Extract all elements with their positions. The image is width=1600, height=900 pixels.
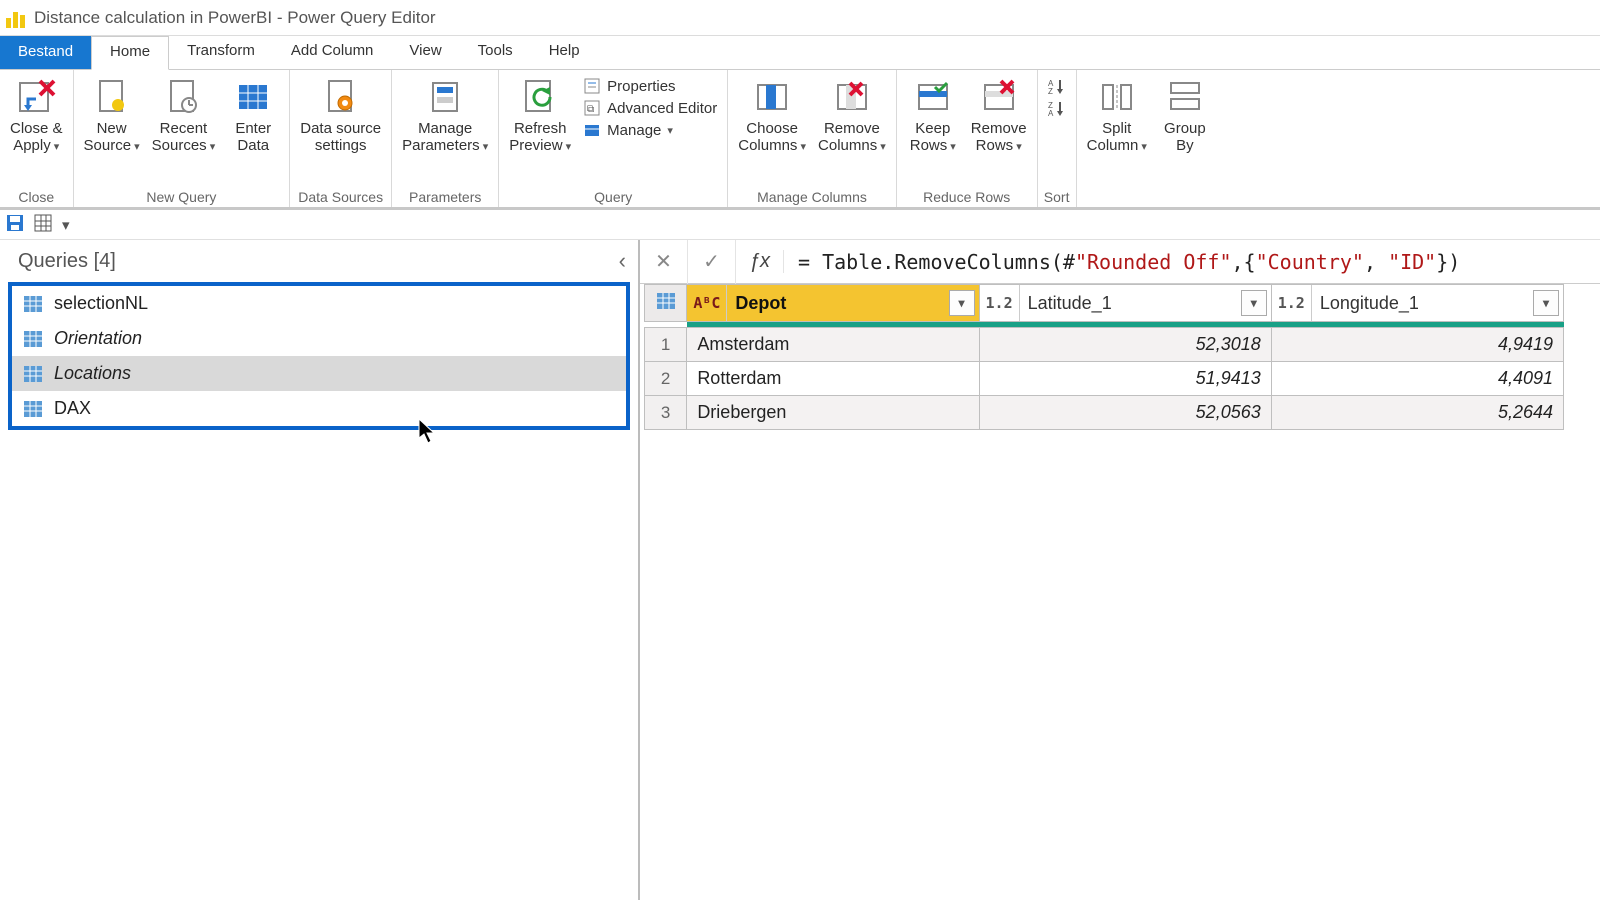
queries-pane: Queries [4] ‹ selectionNL Orientation Lo…: [0, 240, 640, 900]
ribbon: Close &Apply Close NewSource RecentSourc…: [0, 70, 1600, 210]
table-icon: [24, 296, 42, 312]
group-query: RefreshPreview Properties ⧉ Advanced Edi…: [499, 70, 728, 207]
table-icon: [24, 401, 42, 417]
table-icon: [24, 331, 42, 347]
tab-view[interactable]: View: [391, 36, 459, 69]
table-view-icon[interactable]: [34, 214, 52, 236]
qat-dropdown-icon[interactable]: ▾: [62, 216, 70, 234]
enter-data-button[interactable]: EnterData: [223, 74, 283, 157]
column-filter-button[interactable]: ▾: [949, 290, 975, 316]
tab-home[interactable]: Home: [91, 36, 169, 70]
column-header-longitude[interactable]: 1.2 Longitude_1 ▾: [1271, 285, 1563, 322]
recent-sources-button[interactable]: RecentSources: [148, 74, 220, 157]
properties-icon: [583, 77, 601, 95]
advanced-editor-button[interactable]: ⧉ Advanced Editor: [579, 98, 721, 118]
close-apply-label: Close &Apply: [10, 120, 63, 155]
keep-rows-button[interactable]: KeepRows: [903, 74, 963, 157]
formula-accept-button[interactable]: ✓: [688, 240, 736, 284]
sort-asc-button[interactable]: AZ: [1044, 76, 1070, 96]
query-item-dax[interactable]: DAX: [12, 391, 626, 426]
group-parameters: ManageParameters Parameters: [392, 70, 499, 207]
quick-access-toolbar: ▾: [0, 210, 1600, 240]
sort-desc-button[interactable]: ZA: [1044, 98, 1070, 118]
tab-help[interactable]: Help: [531, 36, 598, 69]
group-transform-partial: SplitColumn GroupBy: [1077, 70, 1221, 207]
table-menu-button[interactable]: [645, 285, 687, 322]
type-decimal-icon[interactable]: 1.2: [980, 285, 1020, 321]
tab-add-column[interactable]: Add Column: [273, 36, 392, 69]
data-source-settings-button[interactable]: Data sourcesettings: [296, 74, 385, 157]
properties-button[interactable]: Properties: [579, 76, 721, 96]
tab-tools[interactable]: Tools: [460, 36, 531, 69]
group-close-label: Close: [6, 187, 67, 205]
tab-file[interactable]: Bestand: [0, 36, 91, 69]
group-reduce-rows: KeepRows RemoveRows Reduce Rows: [897, 70, 1038, 207]
choose-columns-icon: [751, 76, 793, 118]
query-item-locations[interactable]: Locations: [12, 356, 626, 391]
group-new-query: NewSource RecentSources EnterData New Qu…: [74, 70, 291, 207]
manage-query-button[interactable]: Manage ▾: [579, 120, 721, 140]
svg-text:A: A: [1048, 109, 1054, 116]
query-item-selectionnl[interactable]: selectionNL: [12, 286, 626, 321]
refresh-icon: [519, 76, 561, 118]
group-close: Close &Apply Close: [0, 70, 74, 207]
group-by-icon: [1164, 76, 1206, 118]
new-source-icon: [91, 76, 133, 118]
remove-rows-icon: [978, 76, 1020, 118]
table-row[interactable]: 2 Rotterdam 51,9413 4,4091: [645, 362, 1564, 396]
data-pane: ✕ ✓ ƒx = Table.RemoveColumns(#"Rounded O…: [640, 240, 1600, 900]
manage-icon: [583, 121, 601, 139]
remove-columns-icon: [831, 76, 873, 118]
table-row[interactable]: 1 Amsterdam 52,3018 4,9419: [645, 328, 1564, 362]
sort-desc-icon: ZA: [1048, 99, 1066, 117]
advanced-editor-icon: ⧉: [583, 99, 601, 117]
save-icon[interactable]: [6, 214, 24, 236]
split-column-icon: [1096, 76, 1138, 118]
close-apply-icon: [15, 76, 57, 118]
svg-text:⧉: ⧉: [587, 104, 594, 115]
remove-rows-button[interactable]: RemoveRows: [967, 74, 1031, 157]
group-sort: AZ ZA Sort: [1038, 70, 1077, 207]
type-decimal-icon[interactable]: 1.2: [1272, 285, 1312, 321]
data-source-settings-icon: [320, 76, 362, 118]
formula-bar: ✕ ✓ ƒx = Table.RemoveColumns(#"Rounded O…: [640, 240, 1600, 284]
collapse-queries-icon[interactable]: ‹: [619, 248, 626, 274]
manage-parameters-icon: [424, 76, 466, 118]
ribbon-tabs: Bestand Home Transform Add Column View T…: [0, 36, 1600, 70]
close-apply-button[interactable]: Close &Apply: [6, 74, 67, 157]
table-icon: [24, 366, 42, 382]
tab-transform[interactable]: Transform: [169, 36, 273, 69]
column-header-depot[interactable]: AᴮC Depot ▾: [687, 285, 979, 322]
column-header-latitude[interactable]: 1.2 Latitude_1 ▾: [979, 285, 1271, 322]
type-text-icon[interactable]: AᴮC: [687, 285, 727, 321]
choose-columns-button[interactable]: ChooseColumns: [734, 74, 810, 157]
enter-data-icon: [232, 76, 274, 118]
refresh-preview-button[interactable]: RefreshPreview: [505, 74, 575, 157]
window-title: Distance calculation in PowerBI - Power …: [34, 8, 436, 28]
data-grid: AᴮC Depot ▾ 1.2 Latitude_1 ▾: [640, 284, 1600, 430]
query-item-orientation[interactable]: Orientation: [12, 321, 626, 356]
main-area: Queries [4] ‹ selectionNL Orientation Lo…: [0, 240, 1600, 900]
keep-rows-icon: [912, 76, 954, 118]
queries-title: Queries [4]: [18, 250, 116, 273]
group-manage-columns: ChooseColumns RemoveColumns Manage Colum…: [728, 70, 897, 207]
column-filter-button[interactable]: ▾: [1241, 290, 1267, 316]
fx-icon: ƒx: [736, 250, 784, 273]
remove-columns-button[interactable]: RemoveColumns: [814, 74, 890, 157]
group-data-sources: Data sourcesettings Data Sources: [290, 70, 392, 207]
svg-text:Z: Z: [1048, 87, 1053, 94]
manage-parameters-button[interactable]: ManageParameters: [398, 74, 492, 157]
recent-sources-icon: [162, 76, 204, 118]
app-icon: [6, 8, 26, 28]
column-filter-button[interactable]: ▾: [1533, 290, 1559, 316]
sort-asc-icon: AZ: [1048, 77, 1066, 95]
split-column-button[interactable]: SplitColumn: [1083, 74, 1151, 157]
table-row[interactable]: 3 Driebergen 52,0563 5,2644: [645, 396, 1564, 430]
new-source-button[interactable]: NewSource: [80, 74, 144, 157]
title-bar: Distance calculation in PowerBI - Power …: [0, 0, 1600, 36]
formula-input[interactable]: = Table.RemoveColumns(#"Rounded Off",{"C…: [784, 250, 1600, 274]
queries-list: selectionNL Orientation Locations DAX: [8, 282, 630, 430]
group-by-button[interactable]: GroupBy: [1155, 74, 1215, 157]
formula-cancel-button[interactable]: ✕: [640, 240, 688, 284]
